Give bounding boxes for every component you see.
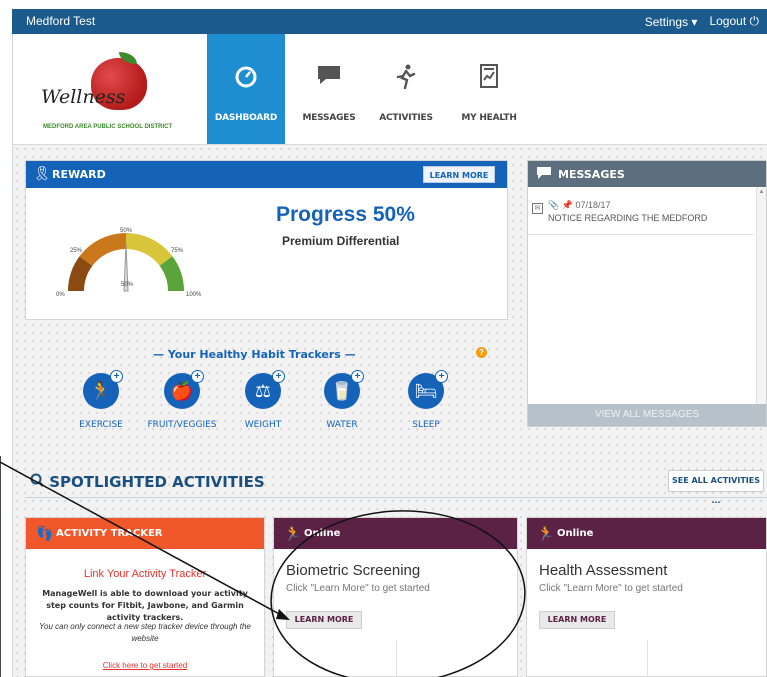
runner-icon — [367, 64, 445, 96]
gauge-tick-label: 75% — [171, 248, 184, 254]
reward-learn-more-button[interactable]: LEARN MORE — [423, 166, 495, 183]
biometric-screening-card: 🏃 Online Biometric Screening Click "Lear… — [273, 517, 518, 677]
help-icon[interactable]: ? — [476, 347, 487, 358]
exercise-icon: 🏃 + — [83, 370, 123, 409]
activity-tracker-card: 👣 ACTIVITY TRACKER Link Your Activity Tr… — [25, 517, 265, 677]
gauge-tick-label: 50% — [120, 228, 133, 234]
divider — [647, 640, 648, 677]
logo-district: MEDFORD AREA PUBLIC SCHOOL DISTRICT — [43, 124, 173, 130]
footprints-icon: 👣 — [36, 525, 54, 541]
pin-icon: 📌 — [561, 200, 573, 210]
message-item[interactable]: ✉ 📎 📌 07/18/17 NOTICE REGARDING THE MEDF… — [528, 199, 754, 235]
ribbon-icon: 🎗 — [33, 165, 51, 181]
envelope-icon: ✉ — [532, 203, 543, 214]
caret-down-icon: ▾ — [691, 14, 698, 29]
card-status: Online — [557, 528, 594, 539]
scroll-up-icon[interactable]: ▲ — [757, 189, 766, 195]
gauge-tick-label: 100% — [186, 292, 202, 298]
biometric-learn-more-button[interactable]: LEARN MORE — [286, 611, 362, 629]
health-assessment-card: 🏃 Online Health Assessment Click "Learn … — [526, 517, 767, 677]
card-header: 🏃 Online — [527, 518, 766, 549]
tracker-note: You can only connect a new step tracker … — [39, 622, 251, 643]
tab-label: ACTIVITIES — [379, 113, 433, 123]
card-status: Online — [304, 528, 341, 539]
messages-title: MESSAGES — [558, 168, 625, 181]
reward-title: REWARD — [52, 168, 106, 181]
activity-title: Health Assessment — [539, 562, 668, 579]
speedometer-icon — [207, 64, 285, 94]
tracker-description: ManageWell is able to download your acti… — [42, 589, 248, 622]
logout-button[interactable]: Logout ⏻ — [709, 14, 759, 29]
settings-label: Settings — [644, 14, 689, 29]
tab-label: MESSAGES — [302, 113, 356, 123]
message-date: 📎 📌 07/18/17 — [548, 200, 611, 211]
tab-label: DASHBOARD — [214, 113, 278, 123]
gauge-tick-label: 25% — [70, 248, 83, 254]
spotlight-label: SPOTLIGHTED ACTIVITIES — [49, 473, 265, 491]
habit-weight[interactable]: ⚖ + WEIGHT — [223, 370, 303, 430]
habit-fruit-veggies[interactable]: 🍎 + FRUIT/VEGGIES — [142, 370, 222, 430]
gauge-needle-label: 50% — [121, 282, 134, 288]
apple-icon: 🍎 + — [164, 370, 204, 409]
account-title: Medford Test — [26, 14, 96, 28]
message-date-text: 07/18/17 — [575, 200, 611, 210]
activity-title: Biometric Screening — [286, 562, 421, 579]
progress-title: Progress 50% — [276, 203, 415, 226]
runner-icon: 🏃 — [537, 525, 555, 541]
card-header: 🏃 Online — [274, 518, 517, 549]
runner-icon: 🏃 — [284, 525, 302, 541]
habit-label: SLEEP — [412, 420, 440, 430]
logout-label: Logout — [709, 14, 747, 28]
view-all-messages-button[interactable]: VIEW ALL MESSAGES — [528, 404, 766, 426]
chart-report-icon — [450, 64, 528, 94]
divider — [25, 497, 767, 498]
top-bar: Medford Test Settings ▾ Logout ⏻ — [12, 9, 767, 34]
habit-label: FRUIT/VEGGIES — [147, 420, 217, 430]
see-all-activities-button[interactable]: SEE ALL ACTIVITIES ... — [668, 470, 764, 505]
health-assessment-learn-more-button[interactable]: LEARN MORE — [539, 611, 615, 629]
activity-subtitle: Click "Learn More" to get started — [539, 583, 683, 594]
tab-dashboard[interactable]: DASHBOARD — [207, 34, 285, 144]
settings-menu[interactable]: Settings ▾ — [645, 15, 698, 29]
habit-label: EXERCISE — [79, 420, 123, 430]
messages-scrollbar[interactable]: ▲ — [756, 187, 766, 405]
message-subject: NOTICE REGARDING THE MEDFORD — [548, 213, 708, 223]
get-started-link[interactable]: Click here to get started — [26, 661, 264, 670]
chat-icon — [290, 64, 368, 92]
messages-panel: MESSAGES ✉ 📎 📌 07/18/17 NOTICE REGARDING… — [527, 160, 767, 427]
habit-label: WEIGHT — [244, 420, 282, 430]
messages-header: MESSAGES — [528, 161, 766, 187]
progress-subtitle: Premium Differential — [282, 234, 400, 248]
reward-panel: 🎗 REWARD LEARN MORE 0% 25% 50% 75% 100% … — [25, 160, 508, 320]
gauge-tick-label: 0% — [56, 292, 65, 298]
habit-trackers-title: — Your Healthy Habit Trackers — — [153, 348, 356, 361]
tab-my-health[interactable]: MY HEALTH — [450, 34, 528, 144]
paperclip-icon: 📎 — [548, 200, 560, 210]
card-title: ACTIVITY TRACKER — [56, 528, 163, 539]
activity-subtitle: Click "Learn More" to get started — [286, 583, 430, 594]
habit-sleep[interactable]: 🛏 + SLEEP — [386, 370, 466, 430]
header: Wellness MEDFORD AREA PUBLIC SCHOOL DIST… — [13, 34, 767, 145]
tab-label: MY HEALTH — [461, 113, 517, 123]
reward-header: 🎗 REWARD LEARN MORE — [26, 161, 507, 188]
card-header: 👣 ACTIVITY TRACKER — [26, 518, 264, 549]
water-icon: 🥛 + — [324, 370, 364, 409]
habit-water[interactable]: 🥛 + WATER — [302, 370, 382, 430]
habit-label: WATER — [326, 420, 358, 430]
power-icon: ⏻ — [749, 14, 760, 28]
bed-icon: 🛏 + — [408, 370, 448, 409]
scale-icon: ⚖ + — [245, 370, 285, 409]
top-bar-actions: Settings ▾ Logout ⏻ — [645, 14, 759, 29]
wellness-logo[interactable]: Wellness MEDFORD AREA PUBLIC SCHOOL DIST… — [41, 52, 211, 136]
chat-icon — [536, 166, 552, 183]
logo-script: Wellness — [41, 86, 126, 108]
divider — [396, 640, 397, 677]
tab-activities[interactable]: ACTIVITIES — [367, 34, 445, 144]
tab-messages[interactable]: MESSAGES — [290, 34, 368, 144]
link-tracker-heading: Link Your Activity Tracker — [83, 568, 207, 580]
search-icon — [30, 473, 49, 491]
spotlighted-activities-title: SPOTLIGHTED ACTIVITIES — [30, 473, 265, 491]
habit-exercise[interactable]: 🏃 + EXERCISE — [61, 370, 141, 430]
